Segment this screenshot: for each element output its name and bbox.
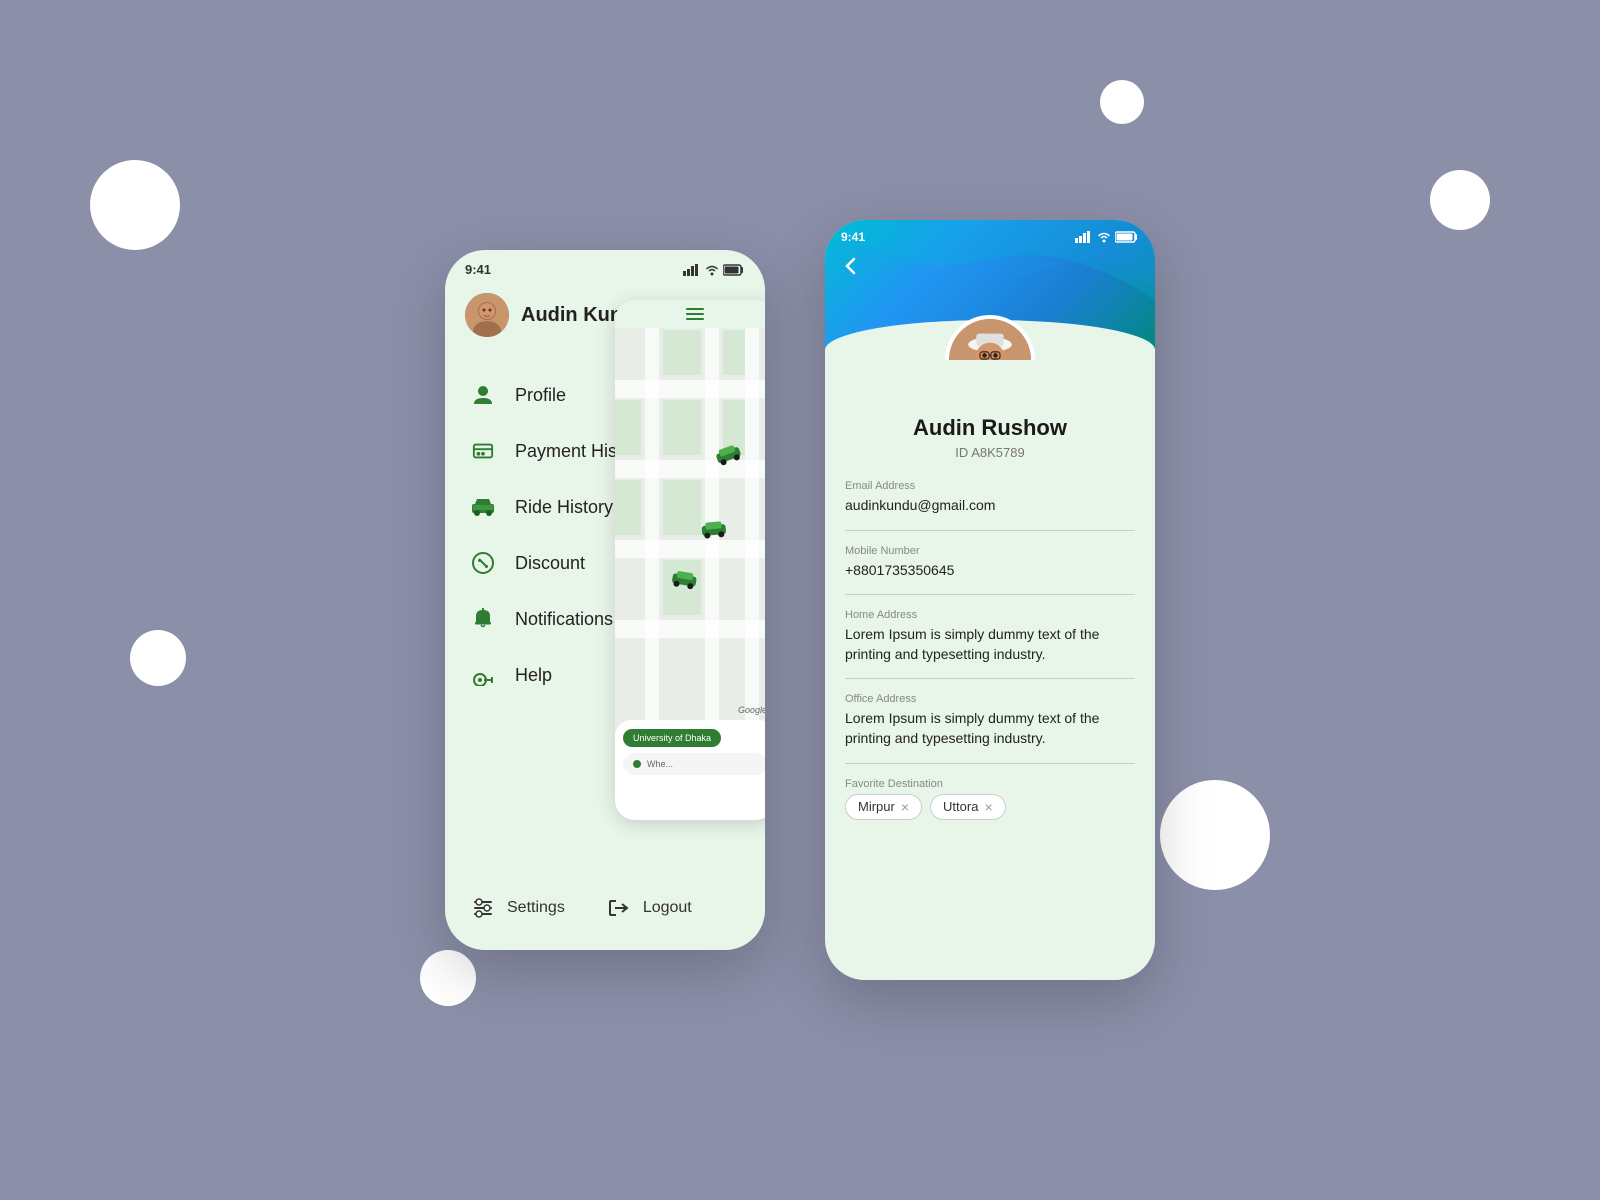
settings-label: Settings [507, 899, 565, 917]
office-address-field: Office Address Lorem Ipsum is simply dum… [845, 693, 1135, 763]
settings-action[interactable]: Settings [469, 894, 565, 922]
person-icon [469, 381, 497, 409]
left-status-icons [683, 264, 745, 276]
tag-uttora[interactable]: Uttora × [930, 794, 1006, 820]
email-value: audinkundu@gmail.com [845, 496, 1135, 516]
logout-action[interactable]: Logout [605, 894, 692, 922]
deco-circle-5 [1160, 780, 1270, 890]
profile-avatar-container [945, 315, 1035, 360]
email-address-field: Email Address audinkundu@gmail.com [845, 480, 1135, 531]
notifications-label: Notifications [515, 609, 613, 630]
profile-label: Profile [515, 385, 566, 406]
map-car-2 [668, 568, 700, 596]
avatar-face [465, 293, 509, 337]
car-icon [469, 493, 497, 521]
avatar [465, 293, 509, 337]
mobile-number-field: Mobile Number +8801735350645 [845, 545, 1135, 596]
right-time: 9:41 [841, 230, 865, 244]
right-status-icons [1075, 231, 1139, 243]
help-icon [469, 661, 497, 689]
map-car-3 [699, 519, 729, 544]
tag-mirpur-label: Mirpur [858, 799, 895, 814]
tag-uttora-close[interactable]: × [984, 799, 992, 815]
logout-icon [605, 894, 633, 922]
right-phone: 9:41 [825, 220, 1155, 980]
bottom-actions: Settings Logout [445, 878, 765, 950]
ride-label: Ride History [515, 497, 613, 518]
map-preview-header [615, 300, 765, 328]
hamburger-icon [686, 308, 704, 320]
deco-circle-1 [90, 160, 180, 250]
deco-circle-3 [1100, 80, 1144, 124]
profile-header: 9:41 [825, 220, 1155, 360]
right-status-bar: 9:41 [825, 220, 1155, 250]
office-label: Office Address [845, 693, 1135, 705]
payment-icon [469, 437, 497, 465]
settings-icon [469, 894, 497, 922]
left-status-bar: 9:41 [445, 250, 765, 285]
logout-label: Logout [643, 899, 692, 917]
discount-label: Discount [515, 553, 585, 574]
email-label: Email Address [845, 480, 1135, 492]
profile-id: ID A8K5789 [845, 445, 1135, 460]
left-phone: 9:41 [445, 250, 765, 950]
map-inner: Google University of Dhaka Whe... [615, 300, 765, 820]
deco-circle-4 [1430, 170, 1490, 230]
map-preview: Google University of Dhaka Whe... [615, 300, 765, 820]
profile-content: Audin Rushow ID A8K5789 Email Address au… [825, 360, 1155, 868]
tag-mirpur[interactable]: Mirpur × [845, 794, 922, 820]
battery-icon [723, 264, 745, 276]
fav-dest-label: Favorite Destination [845, 778, 1135, 790]
google-watermark: Google [738, 705, 765, 715]
map-input-label: Whe... [647, 759, 673, 769]
wifi-icon [705, 264, 719, 276]
mobile-label: Mobile Number [845, 545, 1135, 557]
home-address-field: Home Address Lorem Ipsum is simply dummy… [845, 609, 1135, 679]
right-battery-icon [1115, 231, 1139, 243]
map-where-input: Whe... [623, 753, 765, 775]
office-value: Lorem Ipsum is simply dummy text of the … [845, 709, 1135, 748]
help-label: Help [515, 665, 552, 686]
home-value: Lorem Ipsum is simply dummy text of the … [845, 625, 1135, 664]
input-dot [633, 760, 641, 768]
back-icon [841, 256, 861, 276]
destination-chip: University of Dhaka [623, 729, 721, 747]
deco-circle-6 [420, 950, 476, 1006]
signal-icon [683, 264, 701, 276]
deco-circle-2 [130, 630, 186, 686]
back-button[interactable] [841, 256, 861, 282]
home-label: Home Address [845, 609, 1135, 621]
mobile-value: +8801735350645 [845, 561, 1135, 581]
tag-uttora-label: Uttora [943, 799, 978, 814]
map-bottom-bar: University of Dhaka Whe... [615, 720, 765, 820]
tag-mirpur-close[interactable]: × [901, 799, 909, 815]
profile-name: Audin Rushow [845, 415, 1135, 441]
favorite-destination-field: Favorite Destination Mirpur × Uttora × [845, 778, 1135, 834]
profile-face [949, 315, 1031, 360]
right-signal-icon [1075, 231, 1093, 243]
right-wifi-icon [1097, 231, 1111, 243]
profile-avatar [945, 315, 1035, 360]
left-time: 9:41 [465, 262, 491, 277]
tags-row: Mirpur × Uttora × [845, 794, 1135, 820]
bell-icon [469, 605, 497, 633]
discount-icon [469, 549, 497, 577]
